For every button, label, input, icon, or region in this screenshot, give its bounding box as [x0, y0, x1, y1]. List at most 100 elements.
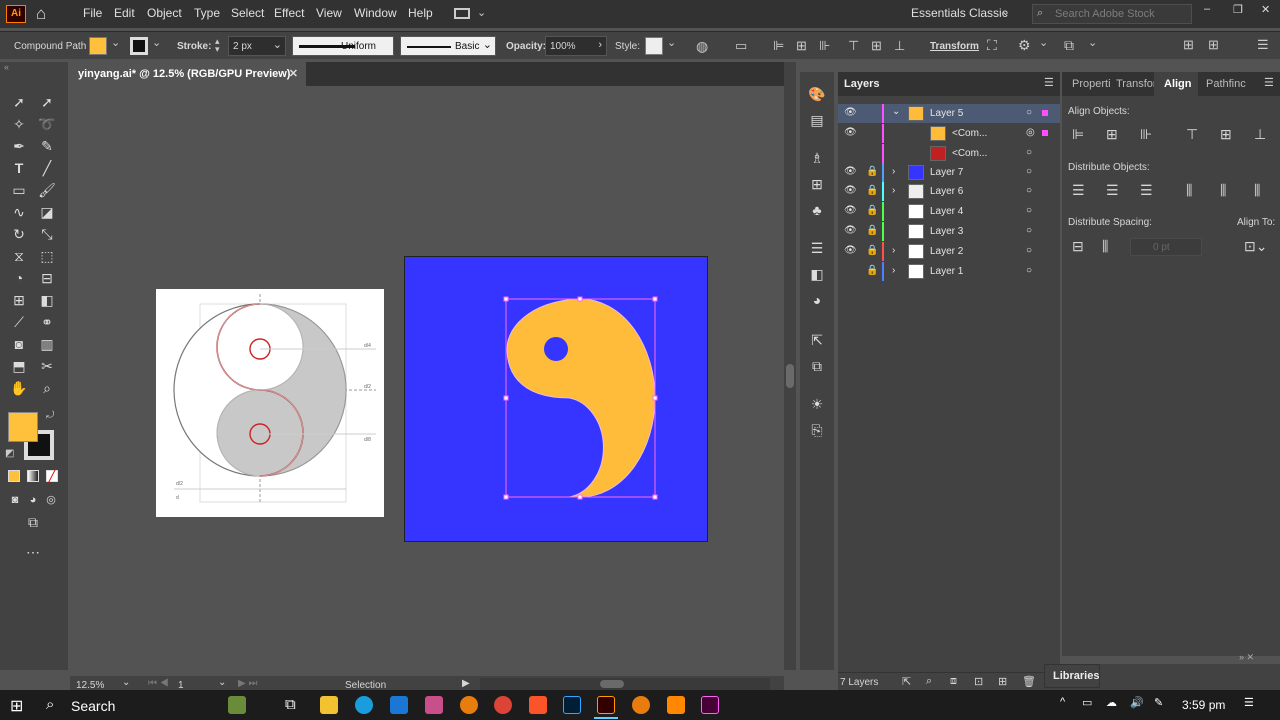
align-hcenter-icon[interactable]: ⊞ — [796, 38, 807, 54]
opacity-label[interactable]: Opacity: — [506, 41, 546, 52]
variable-width-profile[interactable]: Uniform — [292, 36, 394, 56]
document-tab[interactable]: yinyang.ai* @ 12.5% (RGB/GPU Preview) ✕ — [70, 62, 306, 86]
chevron-down-icon[interactable]: ⌄ — [152, 36, 161, 49]
main-artboard[interactable] — [404, 256, 708, 542]
layer-name[interactable]: Layer 5 — [930, 108, 963, 119]
tab-align[interactable]: Align — [1154, 72, 1198, 96]
curvature-tool-icon[interactable]: ✎ — [38, 138, 56, 154]
eyedropper-tool-icon[interactable]: ⟋ — [10, 314, 28, 330]
column-graph-tool-icon[interactable]: ▥ — [38, 336, 56, 352]
align-vcenter-icon[interactable]: ⊞ — [871, 38, 882, 54]
stroke-label[interactable]: Stroke: — [177, 41, 211, 52]
photoshop-icon[interactable] — [563, 696, 581, 714]
target-circle-icon[interactable]: ◎ — [1026, 127, 1035, 138]
align-to-icon[interactable]: ▭ — [735, 38, 747, 54]
visibility-eye-icon[interactable]: 👁 — [844, 166, 857, 177]
workspace-switcher[interactable]: Essentials Classic — [911, 6, 1008, 20]
gradient-panel-icon[interactable]: ◧ — [808, 266, 826, 282]
align-bottom-icon[interactable]: ⊥ — [894, 38, 905, 54]
close-icon[interactable]: ✕ — [1261, 3, 1270, 16]
layer-row[interactable]: <Com... ○ — [838, 144, 1060, 163]
arrange-documents-icon[interactable] — [454, 8, 470, 19]
horizontal-spacing-icon[interactable]: ⫼ — [1102, 238, 1108, 255]
swap-fill-stroke-icon[interactable]: ⤾ — [46, 410, 54, 421]
layer-name[interactable]: Layer 7 — [930, 167, 963, 178]
last-artboard-icon[interactable]: ▶ ⏭ — [238, 678, 257, 689]
menu-help[interactable]: Help — [408, 6, 433, 20]
canvas[interactable]: d/4 d/2 d/8 d/2 d — [70, 86, 784, 670]
paintbrush-tool-icon[interactable]: 🖌 — [38, 182, 56, 198]
chevron-down-icon[interactable]: ⌄ — [1088, 36, 1097, 49]
task-view-icon[interactable]: ⧉ — [285, 696, 296, 713]
align-hcenter-icon[interactable]: ⊞ — [1106, 126, 1118, 143]
first-artboard-icon[interactable]: ⏮ ◀ — [148, 678, 169, 689]
align-bottom-icon[interactable]: ⊥ — [1254, 126, 1266, 143]
tab-pathfinder[interactable]: Pathfinc — [1206, 78, 1246, 90]
default-colors-icon[interactable]: ◩ — [5, 448, 14, 459]
layer-row[interactable]: 👁 ⌄ Layer 5 ○ — [838, 104, 1060, 123]
tab-transform[interactable]: Transfor — [1116, 78, 1157, 90]
taskbar-search-text[interactable]: Search — [71, 698, 115, 714]
photos-icon[interactable] — [425, 696, 443, 714]
edit-toolbar-icon[interactable]: ⋯ — [24, 544, 42, 560]
pathfinder-icon[interactable]: ⧉ — [1064, 37, 1074, 54]
layer-name[interactable]: Layer 6 — [930, 186, 963, 197]
appearance-panel-icon[interactable]: ☀ — [808, 396, 826, 412]
lock-icon[interactable]: 🔒 — [866, 185, 878, 196]
vertical-scrollbar[interactable] — [784, 62, 796, 670]
minimize-icon[interactable]: – — [1204, 3, 1210, 15]
recolor-icon[interactable]: ◍ — [696, 38, 708, 55]
collapse-panel-icon[interactable]: « — [4, 62, 9, 72]
distribute-top-icon[interactable]: ☰ — [1072, 182, 1085, 199]
align-right-icon[interactable]: ⊪ — [819, 38, 830, 54]
menu-effect[interactable]: Effect — [274, 6, 304, 20]
visibility-eye-icon[interactable]: 👁 — [844, 205, 857, 216]
color-mode-icon[interactable] — [8, 470, 20, 482]
layer-row[interactable]: 👁 🔒 Layer 3 ○ — [838, 222, 1060, 241]
layer-row[interactable]: 🔒 › Layer 1 ○ — [838, 262, 1060, 281]
network-icon[interactable]: ☁ — [1106, 696, 1117, 709]
chevron-down-icon[interactable]: ⌄ — [111, 36, 120, 49]
gradient-tool-icon[interactable]: ◧ — [38, 292, 56, 308]
stock-search-box[interactable]: ⌕ Search Adobe Stock — [1032, 4, 1192, 24]
lock-icon[interactable]: 🔒 — [866, 245, 878, 256]
tab-properties[interactable]: Properti — [1072, 78, 1111, 90]
brush-definition[interactable]: Basic ⌄ — [400, 36, 496, 56]
expand-chevron-icon[interactable]: › — [892, 166, 895, 177]
selection-tool-icon[interactable]: ➚ — [10, 94, 28, 110]
layer-row[interactable]: 👁 <Com... ◎ — [838, 124, 1060, 143]
taskbar-search-icon[interactable]: ⌕ — [46, 696, 54, 713]
blender-icon[interactable] — [460, 696, 478, 714]
layer-row[interactable]: 👁 🔒 › Layer 2 ○ — [838, 242, 1060, 261]
home-icon[interactable]: ⌂ — [36, 4, 46, 24]
vlc-icon[interactable] — [667, 696, 685, 714]
edge-icon[interactable] — [355, 696, 373, 714]
layer-name[interactable]: Layer 1 — [930, 266, 963, 277]
target-circle-icon[interactable]: ○ — [1026, 147, 1032, 158]
symbol-sprayer-tool-icon[interactable]: ◙ — [10, 336, 28, 352]
selection-indicator[interactable] — [1042, 130, 1048, 136]
screen-mode-icon[interactable]: ⧉ — [24, 514, 42, 530]
notifications-icon[interactable]: ☰ — [1244, 696, 1254, 709]
horizontal-scrollbar[interactable] — [480, 678, 770, 690]
lock-icon[interactable]: 🔒 — [866, 265, 878, 276]
rotate-tool-icon[interactable]: ↻ — [10, 226, 28, 242]
menu-view[interactable]: View — [316, 6, 342, 20]
stroke-panel-icon[interactable]: ☰ — [808, 240, 826, 256]
layer-name[interactable]: <Com... — [952, 128, 987, 139]
artboards-panel-icon[interactable]: ⧉ — [808, 358, 826, 374]
pen-icon[interactable]: ✎ — [1154, 696, 1163, 709]
lock-icon[interactable]: 🔒 — [866, 166, 878, 177]
reference-artboard[interactable]: d/4 d/2 d/8 d/2 d — [156, 289, 384, 517]
visibility-eye-icon[interactable]: 👁 — [844, 127, 857, 138]
color-panel-icon[interactable]: 🎨 — [808, 86, 826, 102]
scroll-thumb[interactable] — [786, 364, 794, 388]
vertical-spacing-icon[interactable]: ⊟ — [1072, 238, 1084, 255]
tray-chevron-icon[interactable]: ^ — [1060, 696, 1065, 708]
slice-tool-icon[interactable]: ✂ — [38, 358, 56, 374]
symbols-panel-icon[interactable]: ♣ — [808, 202, 826, 218]
fill-color-swatch[interactable] — [89, 37, 107, 55]
new-layer-icon[interactable]: ⊞ — [998, 675, 1007, 688]
target-circle-icon[interactable]: ○ — [1026, 107, 1032, 118]
stroke-color-swatch[interactable] — [130, 37, 148, 55]
